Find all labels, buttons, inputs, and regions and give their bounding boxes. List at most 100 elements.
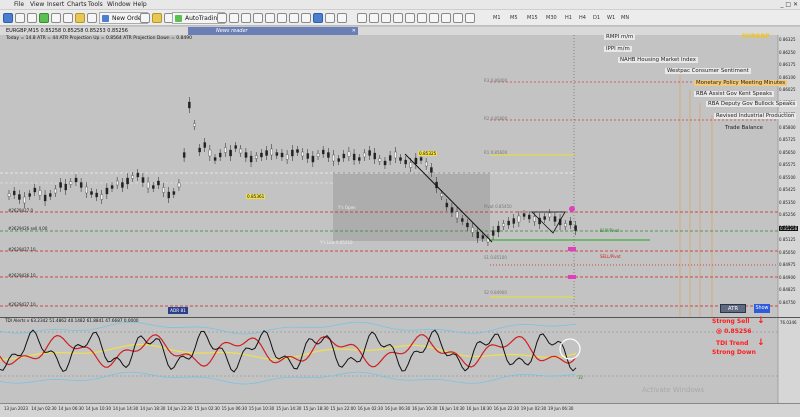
candle-body: [548, 212, 552, 218]
news-item[interactable]: Revised Industrial Production: [714, 113, 797, 119]
vertical-line-icon[interactable]: [381, 13, 391, 23]
trend-title: TDI Trend: [716, 340, 749, 347]
menu-view[interactable]: View: [30, 0, 44, 10]
candle-body: [126, 177, 129, 185]
line-chart-icon[interactable]: [241, 13, 251, 23]
candle-body: [244, 152, 248, 158]
candle-body: [121, 182, 124, 188]
candle-body: [455, 211, 459, 219]
expert-icon[interactable]: [152, 13, 162, 23]
text-icon[interactable]: [441, 13, 451, 23]
news-item[interactable]: IPPI m/m: [604, 46, 632, 52]
news-item[interactable]: RMPI m/m: [604, 34, 636, 40]
candle-body: [49, 193, 52, 197]
candle-body: [517, 215, 521, 223]
terminal-icon[interactable]: [63, 13, 73, 23]
timeframe-d1[interactable]: D1: [593, 14, 600, 22]
signal-panel: Strong Sell ↓ @ 0.85256 TDI Trend ↓ Stro…: [704, 316, 774, 360]
price-tick: 0.86175: [779, 62, 796, 67]
menu-file[interactable]: File: [14, 0, 24, 10]
chart-shift-icon[interactable]: [289, 13, 299, 23]
main-chart[interactable]: [0, 35, 800, 317]
candle-body: [177, 182, 181, 188]
bar-chart-icon[interactable]: [217, 13, 227, 23]
news-item[interactable]: Trade Balance: [725, 125, 763, 131]
templates-icon[interactable]: [337, 13, 347, 23]
price-tick: 0.85575: [779, 162, 796, 167]
time-tick: 16 Jun 02:30: [357, 406, 384, 411]
candle-body: [69, 181, 73, 185]
candle-body: [569, 220, 572, 226]
candle-body: [522, 213, 526, 217]
pivot-label: Pivot 0.85450: [484, 204, 512, 209]
indicators-icon[interactable]: [313, 13, 323, 23]
candle-body: [368, 150, 371, 156]
y-low-label: Y's Low 0.85210: [320, 240, 353, 245]
show-button[interactable]: Show: [754, 304, 770, 313]
candle-body: [198, 147, 201, 153]
timeframe-m30[interactable]: M30: [546, 14, 557, 22]
crosshair-icon[interactable]: [369, 13, 379, 23]
profiles-icon[interactable]: [15, 13, 25, 23]
pivot-label: S1 0.85100: [484, 255, 507, 260]
news-item[interactable]: Westpac Consumer Sentiment: [665, 68, 751, 74]
navigator-icon[interactable]: [51, 13, 61, 23]
new-chart-icon[interactable]: [3, 13, 13, 23]
timeframe-mn[interactable]: MN: [621, 14, 629, 22]
label-icon[interactable]: [453, 13, 463, 23]
candle-body: [564, 223, 567, 227]
candle-body: [409, 162, 413, 168]
candle-body: [533, 216, 536, 222]
menu-help[interactable]: Help: [133, 0, 147, 10]
atr-button[interactable]: ATR: [720, 304, 746, 313]
menu-charts[interactable]: Charts: [67, 0, 87, 10]
candle-body: [342, 153, 346, 159]
timeframe-m5[interactable]: M5: [510, 14, 518, 22]
candle-body: [12, 190, 16, 196]
zoom-out-icon[interactable]: [265, 13, 275, 23]
history-icon[interactable]: [87, 13, 97, 23]
timeframe-h4[interactable]: H4: [579, 14, 586, 22]
price-tick: 0.85725: [779, 137, 796, 142]
candle-body: [363, 152, 366, 158]
news-reader-title: News reader: [216, 28, 248, 34]
tdi-axis-background: [778, 318, 800, 404]
candle-body: [213, 157, 217, 161]
channel-icon[interactable]: [417, 13, 427, 23]
menu-window[interactable]: Window: [107, 0, 131, 10]
autoscroll-icon[interactable]: [301, 13, 311, 23]
market-watch-icon[interactable]: [27, 13, 37, 23]
timeframe-w1[interactable]: W1: [607, 14, 615, 22]
news-item[interactable]: RBA Assist Gov Kent Speaks: [694, 91, 774, 97]
tile-windows-icon[interactable]: [277, 13, 287, 23]
cursor-icon[interactable]: [357, 13, 367, 23]
periods-icon[interactable]: [325, 13, 335, 23]
data-window-icon[interactable]: [39, 13, 49, 23]
fibonacci-icon[interactable]: [429, 13, 439, 23]
price-tick: 0.85425: [779, 187, 796, 192]
candle-body: [388, 155, 392, 161]
tdi-level-label: 76.0346: [780, 320, 797, 325]
window-controls[interactable]: _ □ ✕: [780, 0, 798, 10]
candle-body: [450, 207, 454, 213]
candle-body: [59, 182, 62, 188]
close-icon[interactable]: ✕: [352, 27, 356, 35]
candlestick-icon[interactable]: [229, 13, 239, 23]
arrows-icon[interactable]: [465, 13, 475, 23]
news-item[interactable]: RBA Deputy Gov Bullock Speaks: [706, 101, 798, 107]
metaeditor-icon[interactable]: [140, 13, 150, 23]
timeframe-h1[interactable]: H1: [565, 14, 572, 22]
horizontal-line-icon[interactable]: [393, 13, 403, 23]
news-item[interactable]: NAHB Housing Market Index: [618, 57, 698, 63]
zoom-in-icon[interactable]: [253, 13, 263, 23]
candle-body: [476, 231, 479, 239]
candle-body: [116, 180, 119, 186]
timeframe-m15[interactable]: M15: [527, 14, 538, 22]
trendline-icon[interactable]: [405, 13, 415, 23]
menu-tools[interactable]: Tools: [88, 0, 103, 10]
news-reader-titlebar[interactable]: News reader ✕: [188, 27, 358, 35]
news-item[interactable]: Monetary Policy Meeting Minutes: [694, 80, 788, 86]
timeframe-m1[interactable]: M1: [493, 14, 501, 22]
strategy-tester-icon[interactable]: [75, 13, 85, 23]
menu-insert[interactable]: Insert: [47, 0, 64, 10]
